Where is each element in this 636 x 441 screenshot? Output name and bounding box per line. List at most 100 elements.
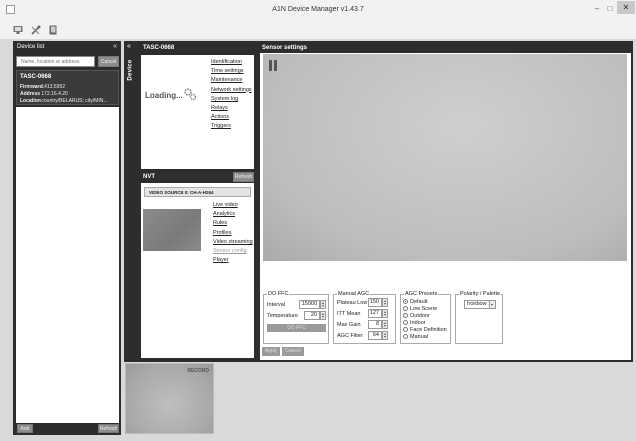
cancel-button[interactable]: Cancel <box>282 347 304 356</box>
do-ffc-legend: DO FFC <box>267 291 290 297</box>
record-label: RECORD <box>187 368 209 374</box>
preset-face-definition-radio[interactable]: Face Definition <box>403 327 447 333</box>
device-side-label: Device <box>127 59 134 81</box>
link-time-settings[interactable]: Time settings <box>211 67 252 76</box>
link-video-streaming[interactable]: Video streaming <box>213 238 253 247</box>
radio-icon <box>403 313 408 318</box>
link-actions[interactable]: Actions <box>211 113 252 122</box>
record-thumbnail[interactable]: RECORD <box>125 363 214 434</box>
device-panel-title: TASC-0668 <box>143 45 175 51</box>
preset-outdoor-radio[interactable]: Outdoor <box>403 313 430 319</box>
interval-input[interactable]: 15000 <box>299 300 320 309</box>
radio-icon <box>403 327 408 332</box>
device-list-title: Device list <box>17 44 45 50</box>
device-sidebar: « Device <box>124 41 137 362</box>
itt-label: ITT Mean <box>337 311 361 317</box>
address-label: Address <box>20 91 41 97</box>
device-list-collapse-button[interactable]: « <box>113 43 117 50</box>
polarity-palette-group: Polarity / Palette Ironbow 1 <box>455 291 503 344</box>
firmware-value: 1413.5952 <box>41 84 66 90</box>
pause-icon[interactable] <box>269 60 278 71</box>
loading-text: Loading... <box>145 91 183 100</box>
preset-manual-radio[interactable]: Manual <box>403 334 428 340</box>
book-icon[interactable] <box>48 25 58 35</box>
minimize-button[interactable]: – <box>591 4 603 13</box>
agcfilter-input[interactable]: 64 <box>368 331 382 340</box>
device-info-area: Loading... Identification Time settings … <box>141 55 254 169</box>
sensor-settings-body: DO FFC Interval 15000 Temperature 20 DO … <box>260 53 631 360</box>
maximize-button[interactable]: □ <box>604 4 616 13</box>
link-profiles[interactable]: Profiles <box>213 229 253 238</box>
nvt-refresh-button[interactable]: Refresh <box>233 172 254 182</box>
tools-icon[interactable] <box>31 25 41 35</box>
itt-stepper[interactable] <box>382 309 388 318</box>
preset-default-radio[interactable]: Default <box>403 299 427 305</box>
maxgain-input[interactable]: 8 <box>368 320 382 329</box>
manual-agc-group: Manual AGC Plateau Low 150 ITT Mean 127 … <box>333 291 396 344</box>
plateau-stepper[interactable] <box>382 298 388 307</box>
firmware-label: Firmware <box>20 84 43 90</box>
close-button[interactable]: ✕ <box>617 1 635 14</box>
itt-input[interactable]: 127 <box>368 309 382 318</box>
video-source-selector[interactable]: VIDEO SOURCE 0: CH-A-H264 <box>144 187 251 197</box>
preset-indoor-radio[interactable]: Indoor <box>403 320 426 326</box>
link-player[interactable]: Player <box>213 256 253 265</box>
link-sensor-config: Sensor config <box>213 247 247 254</box>
radio-icon <box>403 306 408 311</box>
location-value: country/BELARUS; city/MIN... <box>41 98 108 104</box>
toolbar <box>0 20 636 40</box>
radio-selected-icon <box>403 299 408 304</box>
apply-button[interactable]: Apply <box>262 347 280 356</box>
nvt-title: NVT <box>143 174 155 180</box>
device-search-input[interactable] <box>16 56 95 67</box>
location-label: Location <box>20 98 41 104</box>
link-system-log[interactable]: System log <box>211 95 252 104</box>
agc-presets-group: AGC Presets Default Low Scene Outdoor In… <box>400 291 451 344</box>
interval-stepper[interactable] <box>320 300 326 309</box>
plateau-label: Plateau Low <box>337 300 368 306</box>
video-preview <box>263 54 627 261</box>
link-identification[interactable]: Identification <box>211 58 252 67</box>
video-thumbnail[interactable] <box>143 209 201 251</box>
sensor-settings-panel: Sensor settings DO FFC Interval 15000 Te… <box>258 41 633 362</box>
palette-select[interactable]: Ironbow 1 <box>464 300 496 309</box>
maxgain-stepper[interactable] <box>382 320 388 329</box>
link-analytics[interactable]: Analytics <box>213 210 253 219</box>
temperature-input[interactable]: 20 <box>304 311 320 320</box>
link-rules[interactable]: Rules <box>213 219 253 228</box>
link-network-settings[interactable]: Network settings <box>211 86 252 95</box>
record-strip: RECORD <box>124 362 633 435</box>
refresh-devices-button[interactable]: Refresh <box>98 424 119 433</box>
temperature-stepper[interactable] <box>320 311 326 320</box>
address-value: 172.16.4.20 <box>41 91 68 97</box>
plateau-input[interactable]: 150 <box>368 298 382 307</box>
device-name: TASC-0668 <box>20 74 52 80</box>
chevron-down-icon <box>489 301 495 308</box>
sensor-settings-title: Sensor settings <box>262 45 308 51</box>
loading-gear-icon <box>184 88 197 101</box>
monitor-icon[interactable] <box>13 25 23 35</box>
device-panel: TASC-0668 Loading... Identification Time… <box>137 41 258 362</box>
agcfilter-label: AGC Filter <box>337 333 363 339</box>
device-item[interactable]: TASC-0668 Firmware 1413.5952 Address 172… <box>16 70 119 105</box>
agc-presets-legend: AGC Presets <box>404 291 439 297</box>
radio-icon <box>403 334 408 339</box>
agcfilter-stepper[interactable] <box>382 331 388 340</box>
add-device-button[interactable]: Add <box>17 424 33 433</box>
interval-label: Interval <box>267 302 286 308</box>
do-ffc-button[interactable]: DO FFC <box>267 324 326 332</box>
device-panel-collapse-button[interactable]: « <box>127 43 131 50</box>
nvt-links: Live video Analytics Rules Profiles Vide… <box>213 201 253 265</box>
preset-low-scene-radio[interactable]: Low Scene <box>403 306 437 312</box>
do-ffc-group: DO FFC Interval 15000 Temperature 20 DO … <box>263 291 329 344</box>
nvt-header: NVT Refresh <box>141 171 254 183</box>
maxgain-label: Max Gain <box>337 322 361 328</box>
search-cancel-button[interactable]: Cancel <box>98 56 119 67</box>
link-maintenance[interactable]: Maintenance <box>211 76 252 85</box>
window-title: A1N Device Manager v1.43.7 <box>272 6 364 13</box>
link-relays[interactable]: Relays <box>211 104 252 113</box>
link-triggers[interactable]: Triggers <box>211 122 252 131</box>
title-bar: A1N Device Manager v1.43.7 – □ ✕ <box>0 0 636 20</box>
link-live-video[interactable]: Live video <box>213 201 253 210</box>
temperature-label: Temperature <box>267 313 298 319</box>
